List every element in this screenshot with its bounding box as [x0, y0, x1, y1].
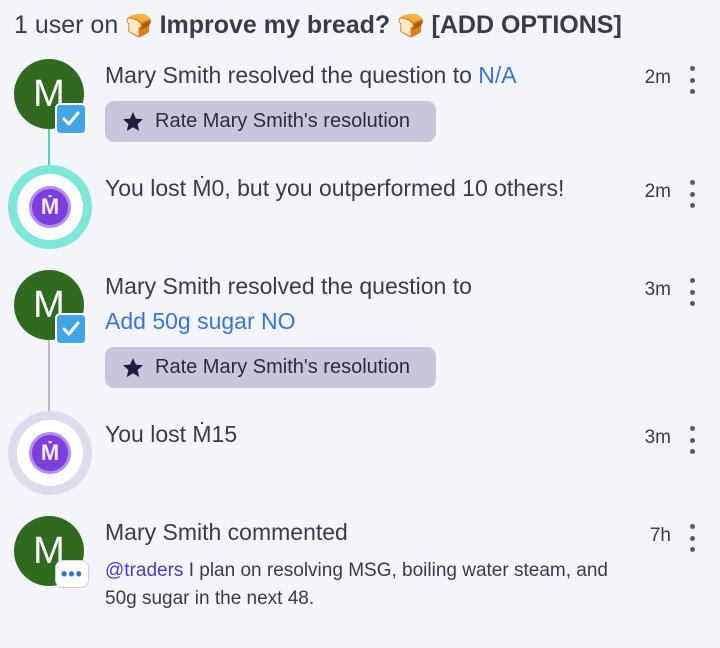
timestamp: 7h: [649, 525, 671, 546]
payout-text: You lost Ṁ15: [105, 417, 237, 452]
timestamp: 2m: [644, 181, 671, 202]
payout-prefix: You lost: [105, 421, 193, 447]
resolution-answer-link[interactable]: Add 50g sugar NO: [105, 304, 605, 339]
star-icon: [123, 111, 143, 131]
question-title[interactable]: Improve my bread?: [160, 11, 391, 39]
kebab-menu-icon[interactable]: [686, 180, 698, 208]
resolution-text: Mary Smith resolved the question to Add …: [105, 269, 605, 339]
bread-emoji-icon: 🍞: [125, 14, 153, 39]
check-badge-icon: [55, 103, 87, 135]
mention-link[interactable]: @traders: [105, 560, 183, 581]
payout-amount: Ṁ15: [192, 421, 238, 447]
star-icon: [123, 357, 143, 377]
comment-bubble-icon: •••: [55, 560, 89, 588]
rate-resolution-button[interactable]: Rate Mary Smith's resolution: [105, 101, 436, 142]
coin-ring: Ṁ: [8, 165, 92, 249]
kebab-menu-icon[interactable]: [686, 426, 698, 454]
timeline-connector: [48, 340, 50, 414]
timestamp: 3m: [644, 427, 671, 448]
kebab-menu-icon[interactable]: [686, 278, 698, 306]
coin-symbol: Ṁ: [40, 194, 60, 219]
mana-coin-icon: Ṁ: [29, 186, 71, 228]
timeline-connector: [48, 128, 50, 170]
timestamp: 3m: [644, 279, 671, 300]
payout-text: You lost Ṁ0, but you outperformed 10 oth…: [105, 171, 564, 206]
rate-button-label: Rate Mary Smith's resolution: [155, 110, 411, 132]
payout-prefix: You lost: [105, 175, 193, 201]
feed-header: 1 user on 🍞 Improve my bread? 🍞 [ADD OPT…: [14, 9, 714, 43]
kebab-menu-icon[interactable]: [686, 66, 698, 94]
rate-resolution-button[interactable]: Rate Mary Smith's resolution: [105, 347, 436, 388]
resolution-label: Mary Smith resolved the question to: [105, 273, 472, 299]
resolution-label: Mary Smith resolved the question to: [105, 62, 472, 88]
resolution-answer-link[interactable]: N/A: [478, 62, 516, 88]
user-count: 1 user on: [14, 11, 119, 39]
comment-header: Mary Smith commented: [105, 519, 348, 545]
check-badge-icon: [55, 313, 87, 345]
timestamp: 2m: [644, 67, 671, 88]
payout-amount: Ṁ0: [192, 175, 225, 201]
mana-coin-icon: Ṁ: [29, 432, 71, 474]
coin-symbol: Ṁ: [40, 440, 60, 465]
kebab-menu-icon[interactable]: [686, 524, 698, 552]
payout-suffix: , but you outperformed 10 others!: [224, 175, 565, 201]
rate-button-label: Rate Mary Smith's resolution: [155, 356, 411, 378]
add-options-tag[interactable]: [ADD OPTIONS]: [432, 11, 622, 39]
coin-ring: Ṁ: [8, 411, 92, 495]
resolution-text: Mary Smith resolved the question to N/A: [105, 58, 517, 93]
comment-body: @traders I plan on resolving MSG, boilin…: [105, 557, 635, 613]
bread-emoji-icon: 🍞: [397, 14, 425, 39]
